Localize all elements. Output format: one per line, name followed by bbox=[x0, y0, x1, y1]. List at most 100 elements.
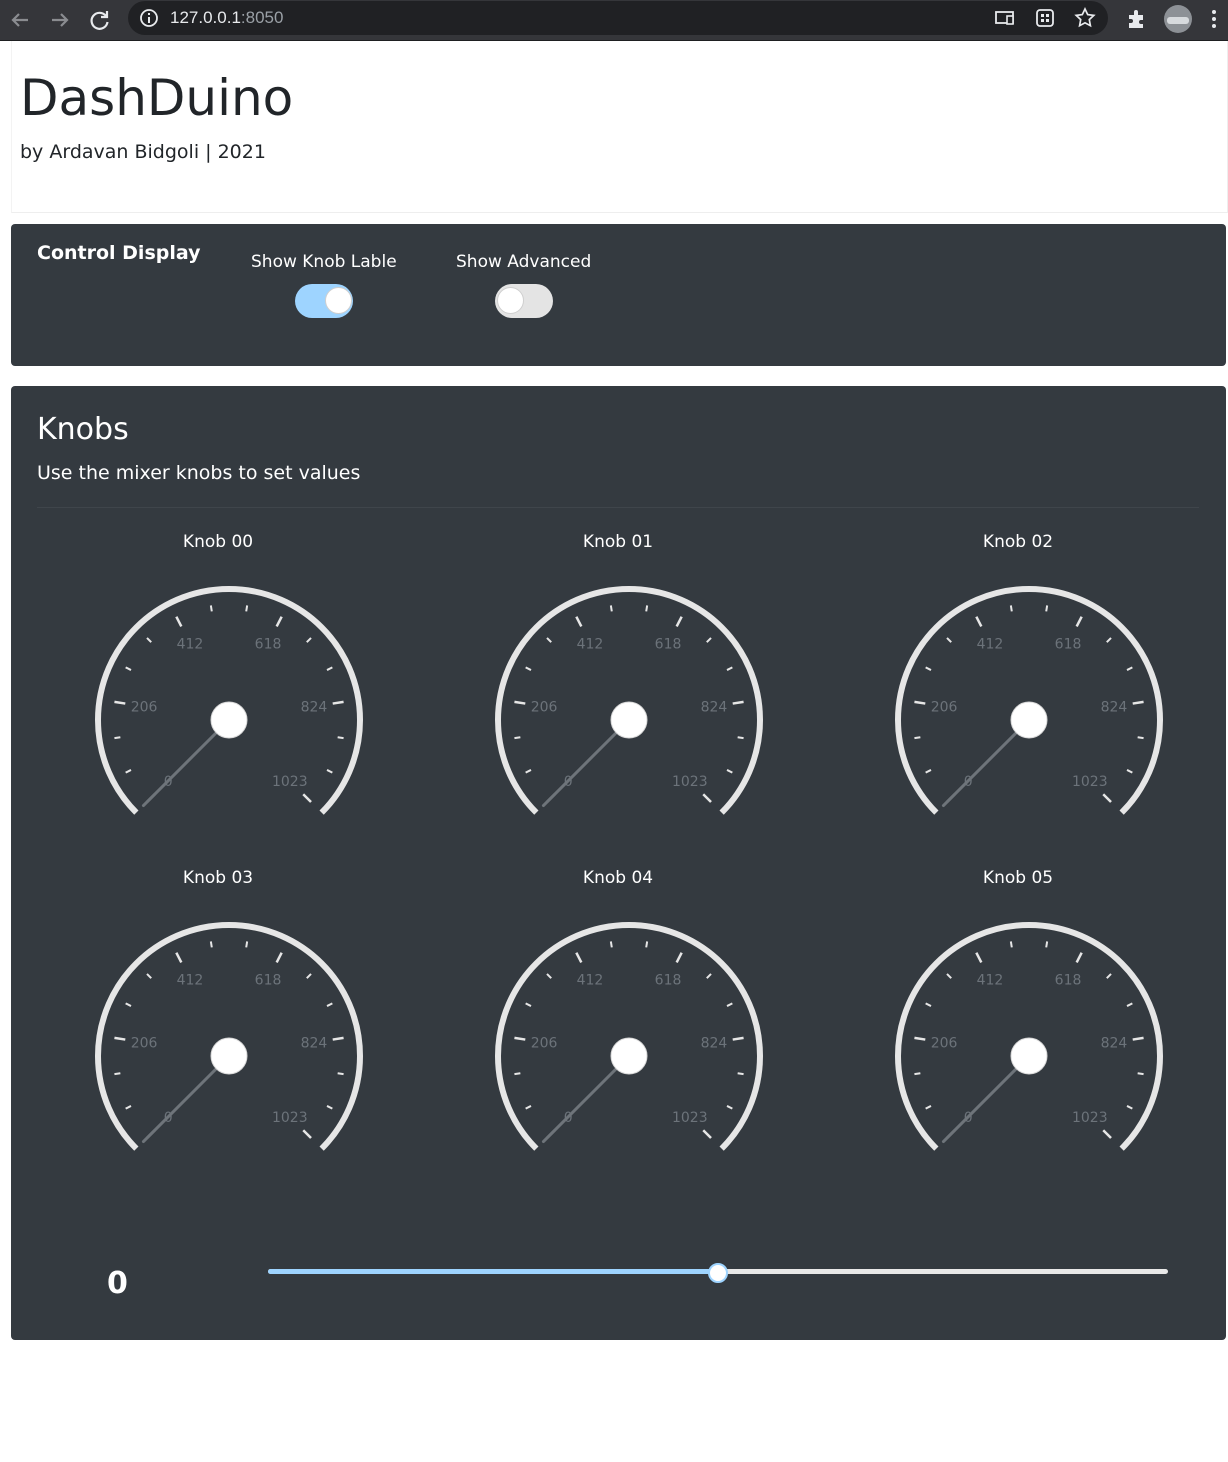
gauge-scale-label: 824 bbox=[301, 700, 328, 716]
gauge-major-tick bbox=[514, 1036, 526, 1041]
gauge-minor-tick bbox=[546, 973, 552, 979]
reload-icon[interactable] bbox=[86, 6, 114, 34]
gauge-scale-label: 1023 bbox=[1072, 1110, 1108, 1126]
slider-handle[interactable] bbox=[708, 1263, 728, 1283]
gauge-major-tick bbox=[302, 793, 312, 803]
gauge-major-tick bbox=[702, 1129, 712, 1139]
knob-gauge[interactable]: 02064126188241023 bbox=[468, 558, 768, 818]
knob-gauge[interactable]: 02064126188241023 bbox=[468, 894, 768, 1154]
gauge-scale-label: 206 bbox=[531, 700, 558, 716]
gauge-minor-tick bbox=[514, 736, 521, 740]
gauge-hub[interactable] bbox=[1010, 701, 1048, 739]
knob-label: Knob 03 bbox=[182, 868, 254, 888]
knob-00[interactable]: Knob 00 02064126188241023 bbox=[68, 532, 368, 832]
gauge-hub[interactable] bbox=[1010, 1037, 1048, 1075]
back-icon[interactable] bbox=[6, 6, 34, 34]
gauge-minor-tick bbox=[1137, 1072, 1144, 1076]
address-bar[interactable]: 127.0.0.1:8050 bbox=[128, 1, 1108, 35]
gauge-scale-label: 1023 bbox=[672, 774, 708, 790]
gauge-major-tick bbox=[732, 700, 744, 705]
gauge-major-tick bbox=[914, 1036, 926, 1041]
qr-icon[interactable] bbox=[1032, 5, 1058, 31]
show-advanced-toggle[interactable] bbox=[494, 284, 553, 318]
show-knob-label-toggle[interactable] bbox=[294, 284, 353, 318]
gauge-scale-label: 206 bbox=[931, 1036, 958, 1052]
show-knob-label-label: Show Knob Lable bbox=[251, 252, 397, 272]
knob-01[interactable]: Knob 01 02064126188241023 bbox=[468, 532, 768, 832]
gauge-major-tick bbox=[175, 616, 183, 628]
gauge-minor-tick bbox=[337, 1072, 344, 1076]
gauge-hub[interactable] bbox=[610, 701, 648, 739]
gauge-minor-tick bbox=[114, 736, 121, 740]
knob-gauge[interactable]: 02064126188241023 bbox=[868, 558, 1168, 818]
gauge-minor-tick bbox=[125, 769, 132, 774]
page-subtitle: by Ardavan Bidgoli | 2021 bbox=[20, 141, 266, 163]
gauge-hub[interactable] bbox=[210, 1037, 248, 1075]
gauge-major-tick bbox=[514, 700, 526, 705]
gauge-minor-tick bbox=[114, 1072, 121, 1076]
knob-gauge[interactable]: 02064126188241023 bbox=[68, 558, 368, 818]
knob-label: Knob 05 bbox=[982, 868, 1054, 888]
gauge-minor-tick bbox=[914, 736, 921, 740]
gauge-minor-tick bbox=[1009, 605, 1013, 612]
gauge-minor-tick bbox=[525, 1105, 532, 1110]
gauge-scale-label: 618 bbox=[1055, 636, 1082, 652]
gauge-major-tick bbox=[1102, 793, 1112, 803]
gauge-hub[interactable] bbox=[210, 701, 248, 739]
gauge-major-tick bbox=[1075, 616, 1083, 628]
info-icon[interactable] bbox=[138, 7, 160, 29]
gauge-scale-label: 412 bbox=[977, 972, 1004, 988]
value-slider[interactable] bbox=[268, 1262, 1168, 1283]
gauge-minor-tick bbox=[209, 605, 213, 612]
gauge-scale-label: 824 bbox=[701, 1036, 728, 1052]
knob-gauge[interactable]: 02064126188241023 bbox=[68, 894, 368, 1154]
gauge-minor-tick bbox=[609, 941, 613, 948]
knob-label: Knob 02 bbox=[982, 532, 1054, 552]
menu-icon[interactable] bbox=[1204, 6, 1224, 32]
gauge-scale-label: 824 bbox=[1101, 700, 1128, 716]
gauge-hub[interactable] bbox=[610, 1037, 648, 1075]
gauge-minor-tick bbox=[726, 1002, 733, 1007]
gauge-minor-tick bbox=[125, 666, 132, 671]
gauge-minor-tick bbox=[737, 736, 744, 740]
knobs-title: Knobs bbox=[37, 412, 129, 447]
knob-gauge[interactable]: 02064126188241023 bbox=[868, 894, 1168, 1154]
profile-avatar[interactable] bbox=[1164, 5, 1192, 33]
gauge-minor-tick bbox=[706, 637, 712, 643]
gauge-major-tick bbox=[302, 1129, 312, 1139]
gauge-major-tick bbox=[975, 952, 983, 964]
extensions-icon[interactable] bbox=[1124, 6, 1150, 32]
knob-04[interactable]: Knob 04 02064126188241023 bbox=[468, 868, 768, 1168]
star-icon[interactable] bbox=[1072, 5, 1098, 31]
knob-label: Knob 04 bbox=[582, 868, 654, 888]
knob-03[interactable]: Knob 03 02064126188241023 bbox=[68, 868, 368, 1168]
gauge-minor-tick bbox=[1045, 605, 1049, 612]
page-header: DashDuino by Ardavan Bidgoli | 2021 bbox=[11, 41, 1228, 213]
gauge-scale-label: 412 bbox=[177, 972, 204, 988]
page-title: DashDuino bbox=[20, 69, 294, 127]
toggle-thumb bbox=[496, 287, 524, 314]
control-display-card: Control Display Show Knob Lable Show Adv… bbox=[11, 224, 1226, 366]
cast-icon[interactable] bbox=[992, 5, 1018, 31]
gauge-minor-tick bbox=[1126, 1105, 1133, 1110]
gauge-scale-label: 618 bbox=[255, 636, 282, 652]
knob-05[interactable]: Knob 05 02064126188241023 bbox=[868, 868, 1168, 1168]
gauge-scale-label: 824 bbox=[301, 1036, 328, 1052]
gauge-scale-label: 1023 bbox=[672, 1110, 708, 1126]
gauge-major-tick bbox=[975, 616, 983, 628]
gauge-minor-tick bbox=[946, 973, 952, 979]
slider-track bbox=[268, 1269, 718, 1274]
gauge-scale-label: 618 bbox=[655, 636, 682, 652]
gauge-major-tick bbox=[332, 700, 344, 705]
gauge-minor-tick bbox=[306, 637, 312, 643]
knob-02[interactable]: Knob 02 02064126188241023 bbox=[868, 532, 1168, 832]
forward-icon[interactable] bbox=[46, 6, 74, 34]
gauge-minor-tick bbox=[1137, 736, 1144, 740]
gauge-minor-tick bbox=[925, 1105, 932, 1110]
gauge-minor-tick bbox=[645, 605, 649, 612]
gauge-minor-tick bbox=[125, 1105, 132, 1110]
divider bbox=[37, 507, 1199, 508]
gauge-major-tick bbox=[175, 952, 183, 964]
toggle-thumb bbox=[324, 287, 352, 314]
gauge-minor-tick bbox=[245, 941, 249, 948]
